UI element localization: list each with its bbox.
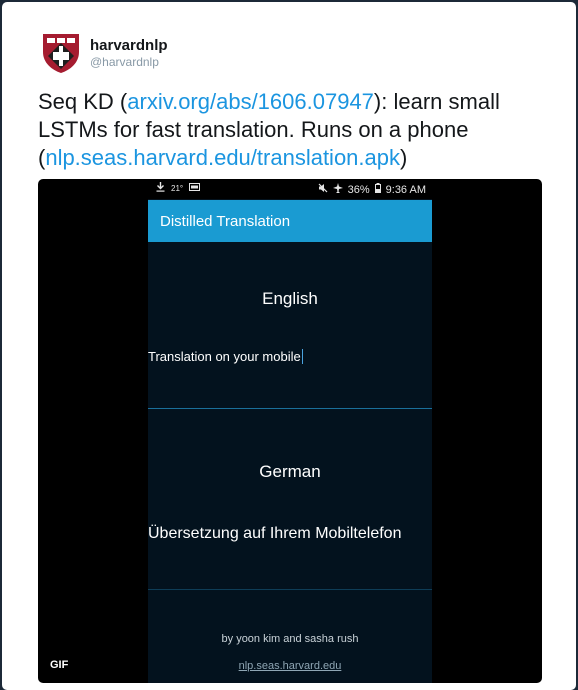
- download-icon: [156, 182, 165, 194]
- credit-text: by yoon kim and sasha rush: [221, 633, 359, 645]
- arxiv-link[interactable]: arxiv.org/abs/1606.07947: [127, 89, 374, 114]
- user-handle[interactable]: @harvardnlp: [90, 55, 159, 69]
- apk-link[interactable]: nlp.seas.harvard.edu/translation.apk: [45, 145, 400, 170]
- tweet-card: harvardnlp @harvardnlp Seq KD (arxiv.org…: [2, 2, 576, 690]
- tweet-text-part: ): [400, 145, 408, 170]
- source-language-label: English: [262, 289, 318, 308]
- harvard-shield-avatar[interactable]: [40, 30, 82, 74]
- source-divider: [148, 408, 432, 409]
- app-bar: Distilled Translation: [148, 200, 432, 242]
- mute-icon: [318, 183, 328, 196]
- text-cursor: [301, 349, 303, 364]
- status-bar: 21° 36% 9:36 AM: [148, 179, 432, 199]
- tweet-text-part: Seq KD (: [38, 89, 128, 114]
- app-title: Distilled Translation: [160, 213, 291, 230]
- source-text: Translation on your mobile: [148, 349, 301, 364]
- battery-icon: [374, 183, 381, 196]
- gif-media[interactable]: 21° 36% 9:36 AM Distilled Translation En…: [38, 179, 542, 683]
- site-link[interactable]: nlp.seas.harvard.edu: [148, 660, 432, 672]
- target-divider: [148, 589, 432, 590]
- phone-screenshot: 21° 36% 9:36 AM Distilled Translation En…: [148, 179, 432, 683]
- tweet-text: Seq KD (arxiv.org/abs/1606.07947): learn…: [38, 88, 568, 172]
- temperature-text: 21°: [171, 183, 184, 193]
- source-text-input[interactable]: Translation on your mobile: [148, 349, 303, 364]
- gif-badge: GIF: [50, 659, 69, 671]
- hd-icon: [189, 183, 201, 193]
- battery-percent: 36%: [347, 183, 370, 196]
- target-text: Übersetzung auf Ihrem Mobiltelefon: [148, 525, 402, 542]
- clock-time: 9:36 AM: [385, 183, 426, 196]
- user-name[interactable]: harvardnlp: [90, 37, 168, 54]
- target-language-label: German: [259, 462, 321, 481]
- airplane-icon: [332, 183, 343, 196]
